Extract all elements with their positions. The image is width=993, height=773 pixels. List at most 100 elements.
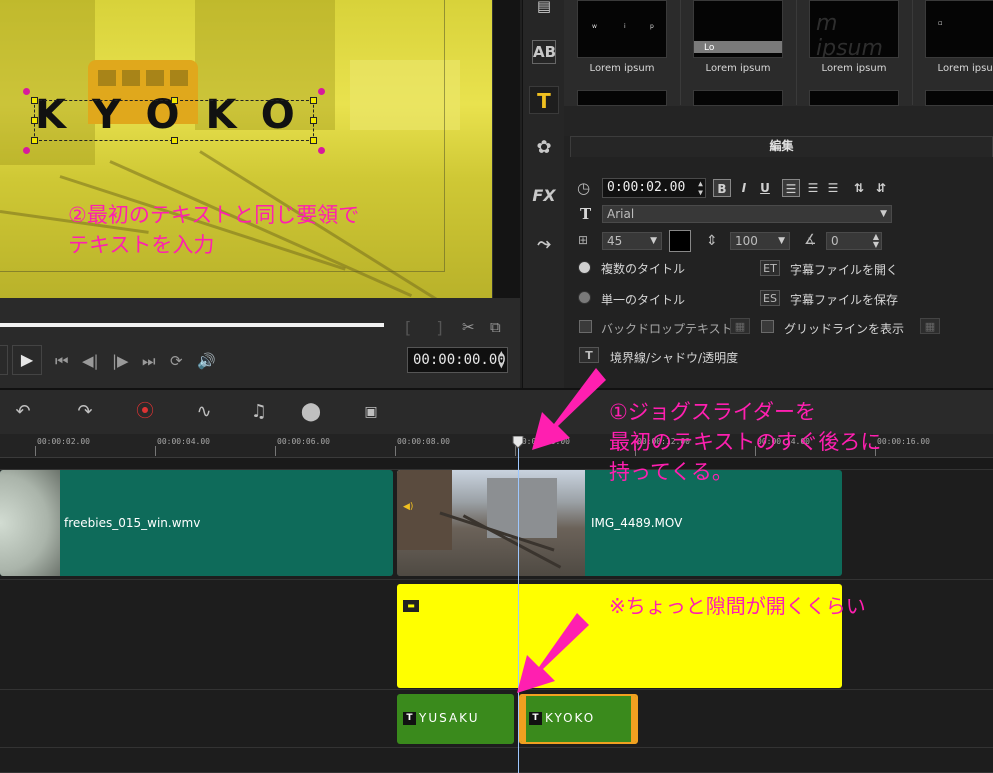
gridlines-checkbox[interactable] [761, 320, 774, 333]
preview-scrub-bar[interactable] [0, 323, 384, 327]
font-size-select[interactable]: 45 ▼ [602, 232, 662, 250]
title-preset-thumb[interactable]: Lo [693, 0, 783, 58]
transition-ab-icon[interactable]: AB [532, 40, 556, 64]
align-center-icon[interactable]: ☰ [804, 179, 822, 197]
backdrop-label: バックドロップテキスト [601, 322, 733, 336]
angle-value: 0 [831, 234, 839, 248]
sound-mixer-icon[interactable]: ∿ [191, 400, 217, 424]
clip-thumbnail [0, 470, 60, 576]
resize-handle[interactable] [31, 97, 38, 104]
open-subtitle-icon[interactable]: ET [760, 260, 780, 276]
resize-handle[interactable] [171, 97, 178, 104]
single-title-radio[interactable] [578, 291, 591, 304]
thumb-label: Lorem ipsum [821, 63, 887, 74]
angle-stepper-icon[interactable]: ▲ ▼ [873, 233, 879, 249]
save-subtitle-button[interactable]: 字幕ファイルを保存 [790, 291, 898, 308]
save-subtitle-icon[interactable]: ES [760, 290, 780, 306]
prev-button-edge[interactable] [0, 345, 8, 375]
font-select[interactable]: Arial ▼ [602, 205, 892, 223]
redo-icon[interactable]: ↷ [72, 400, 98, 424]
undo-icon[interactable]: ↶ [10, 400, 36, 424]
clip-filename: IMG_4489.MOV [591, 516, 683, 530]
font-icon: T [580, 205, 592, 223]
repeat-icon[interactable]: ⟳ [170, 352, 183, 370]
timecode-stepper-icon[interactable]: ▲ ▼ [499, 348, 504, 372]
font-size-icon: ⊞ [578, 233, 589, 247]
video-clip[interactable]: freebies_015_win.wmv [0, 470, 393, 576]
empty-track [0, 748, 993, 773]
title-clip[interactable]: T YUSAKU [397, 694, 514, 744]
border-shadow-button[interactable]: 境界線/シャドウ/透明度 [610, 349, 738, 366]
record-capture-icon[interactable]: ⦿ [132, 400, 158, 424]
multi-camera-icon[interactable]: ⬤ [298, 400, 324, 424]
rotate-handle[interactable] [318, 147, 325, 154]
thumb-text: m ipsum [816, 11, 883, 58]
filter-fx-icon[interactable]: FX [529, 182, 559, 210]
title-bounding-box[interactable] [34, 100, 314, 141]
backdrop-settings-icon[interactable]: ▦ [730, 318, 750, 334]
gridlines-label: グリッドラインを表示 [784, 322, 905, 336]
align-right-icon[interactable]: ☰ [824, 179, 842, 197]
line-spacing-select[interactable]: 100 ▼ [730, 232, 790, 250]
mark-in-button[interactable]: [ [405, 318, 411, 337]
title-preset-thumb[interactable]: ▫ [925, 0, 993, 58]
rotate-handle[interactable] [23, 147, 30, 154]
next-frame-icon[interactable]: |▶ [112, 352, 129, 370]
grid-settings-icon[interactable]: ▦ [920, 318, 940, 334]
text-color-swatch[interactable] [669, 230, 691, 252]
duration-input[interactable]: 0:00:02.00 ▲ ▼ [602, 178, 706, 198]
instruction-annotation: 持ってくる。 [609, 460, 733, 484]
audio-icon: ◀) [403, 502, 414, 512]
title-edit-panel: 編集 ◷ 0:00:02.00 ▲ ▼ B I U ☰ ☰ ☰ ⇅ ⇵ T Ari… [564, 136, 993, 388]
duration-stepper-icon[interactable]: ▲ ▼ [698, 179, 703, 197]
go-end-icon[interactable]: ⏭ [142, 352, 156, 370]
italic-button[interactable]: I [735, 179, 753, 197]
title-preset-thumb[interactable] [693, 90, 783, 106]
text-direction-vertical-icon[interactable]: ⇵ [872, 179, 890, 197]
underline-button[interactable]: U [756, 179, 774, 197]
preview-screen[interactable]: KYOKO ②最初のテキストと同じ要領で テキストを入力 [0, 0, 492, 298]
graphics-icon[interactable]: ✿ [529, 134, 559, 162]
path-icon[interactable]: ⤳ [529, 230, 559, 258]
title-clip-text: KYOKO [545, 711, 596, 725]
rotate-handle[interactable] [23, 88, 30, 95]
angle-input[interactable]: 0 ▲ ▼ [826, 232, 882, 250]
bold-button[interactable]: B [713, 179, 731, 197]
title-preset-thumb[interactable]: w i p [577, 0, 667, 58]
resize-handle[interactable] [171, 137, 178, 144]
volume-icon[interactable]: 🔊 [197, 352, 216, 370]
copy-icon[interactable]: ⧉ [490, 318, 501, 336]
tab-edit[interactable]: 編集 [570, 136, 993, 157]
angle-icon: ∡ [804, 232, 817, 248]
title-preset-thumb[interactable] [925, 90, 993, 106]
go-start-icon[interactable]: ⏮ [55, 352, 69, 370]
chevron-down-icon: ▼ [778, 236, 785, 246]
open-subtitle-button[interactable]: 字幕ファイルを開く [790, 261, 898, 278]
mark-out-button[interactable]: ] [436, 318, 442, 337]
media-fx-icon[interactable]: ▤ [529, 0, 559, 20]
resize-handle[interactable] [31, 137, 38, 144]
resize-handle[interactable] [310, 137, 317, 144]
prev-frame-icon[interactable]: ◀| [82, 352, 99, 370]
auto-music-icon[interactable]: ♫ [246, 400, 272, 424]
backdrop-checkbox[interactable] [579, 320, 592, 333]
rotate-handle[interactable] [318, 88, 325, 95]
thumb-text: i [624, 23, 626, 30]
title-preset-thumb[interactable]: m ipsum [809, 0, 899, 58]
resize-handle[interactable] [310, 97, 317, 104]
resize-handle[interactable] [31, 117, 38, 124]
resize-handle[interactable] [310, 117, 317, 124]
preview-timecode[interactable]: 00:00:00.00 ▲ ▼ [407, 347, 508, 373]
subtitle-editor-icon[interactable]: ▣ [358, 400, 384, 424]
title-icon[interactable]: T [529, 86, 559, 114]
cut-icon[interactable]: ✂ [462, 318, 475, 336]
trim-handle-right[interactable] [631, 696, 636, 742]
text-direction-icon[interactable]: ⇅ [850, 179, 868, 197]
title-preset-thumb[interactable] [577, 90, 667, 106]
title-preset-thumb[interactable] [809, 90, 899, 106]
library-divider [564, 106, 993, 136]
thumb-text: ▫ [938, 19, 943, 27]
align-left-icon[interactable]: ☰ [782, 179, 800, 197]
multi-title-radio[interactable] [578, 261, 591, 274]
play-button[interactable]: ▶ [12, 345, 42, 375]
